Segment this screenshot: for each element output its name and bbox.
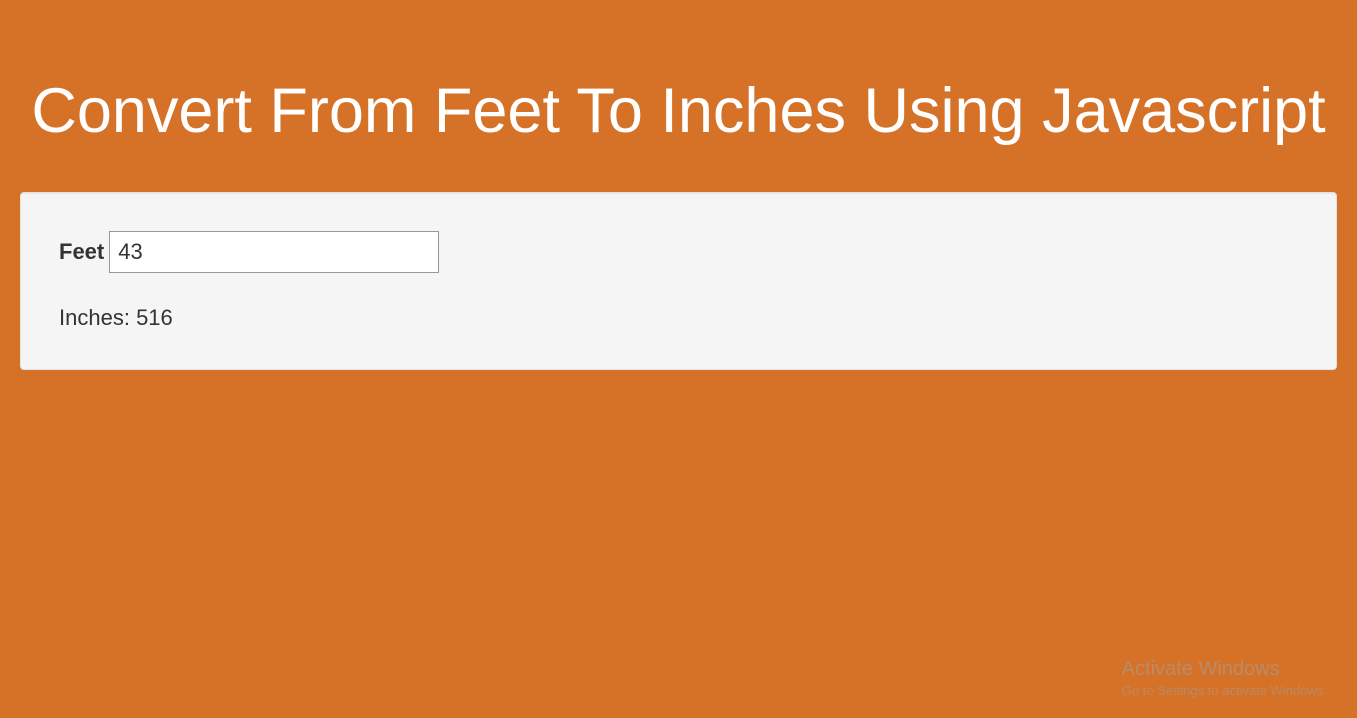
feet-label: Feet (59, 239, 104, 265)
feet-input[interactable] (109, 231, 439, 273)
result-row: Inches: 516 (59, 305, 1298, 331)
converter-panel: Feet Inches: 516 (20, 192, 1337, 370)
watermark-subtitle: Go to Settings to activate Windows. (1122, 683, 1327, 698)
windows-watermark: Activate Windows Go to Settings to activ… (1122, 658, 1327, 698)
page-title: Convert From Feet To Inches Using Javasc… (20, 75, 1337, 147)
input-row: Feet (59, 231, 1298, 273)
watermark-title: Activate Windows (1122, 658, 1327, 681)
result-label: Inches: (59, 305, 130, 330)
result-value: 516 (136, 305, 173, 330)
